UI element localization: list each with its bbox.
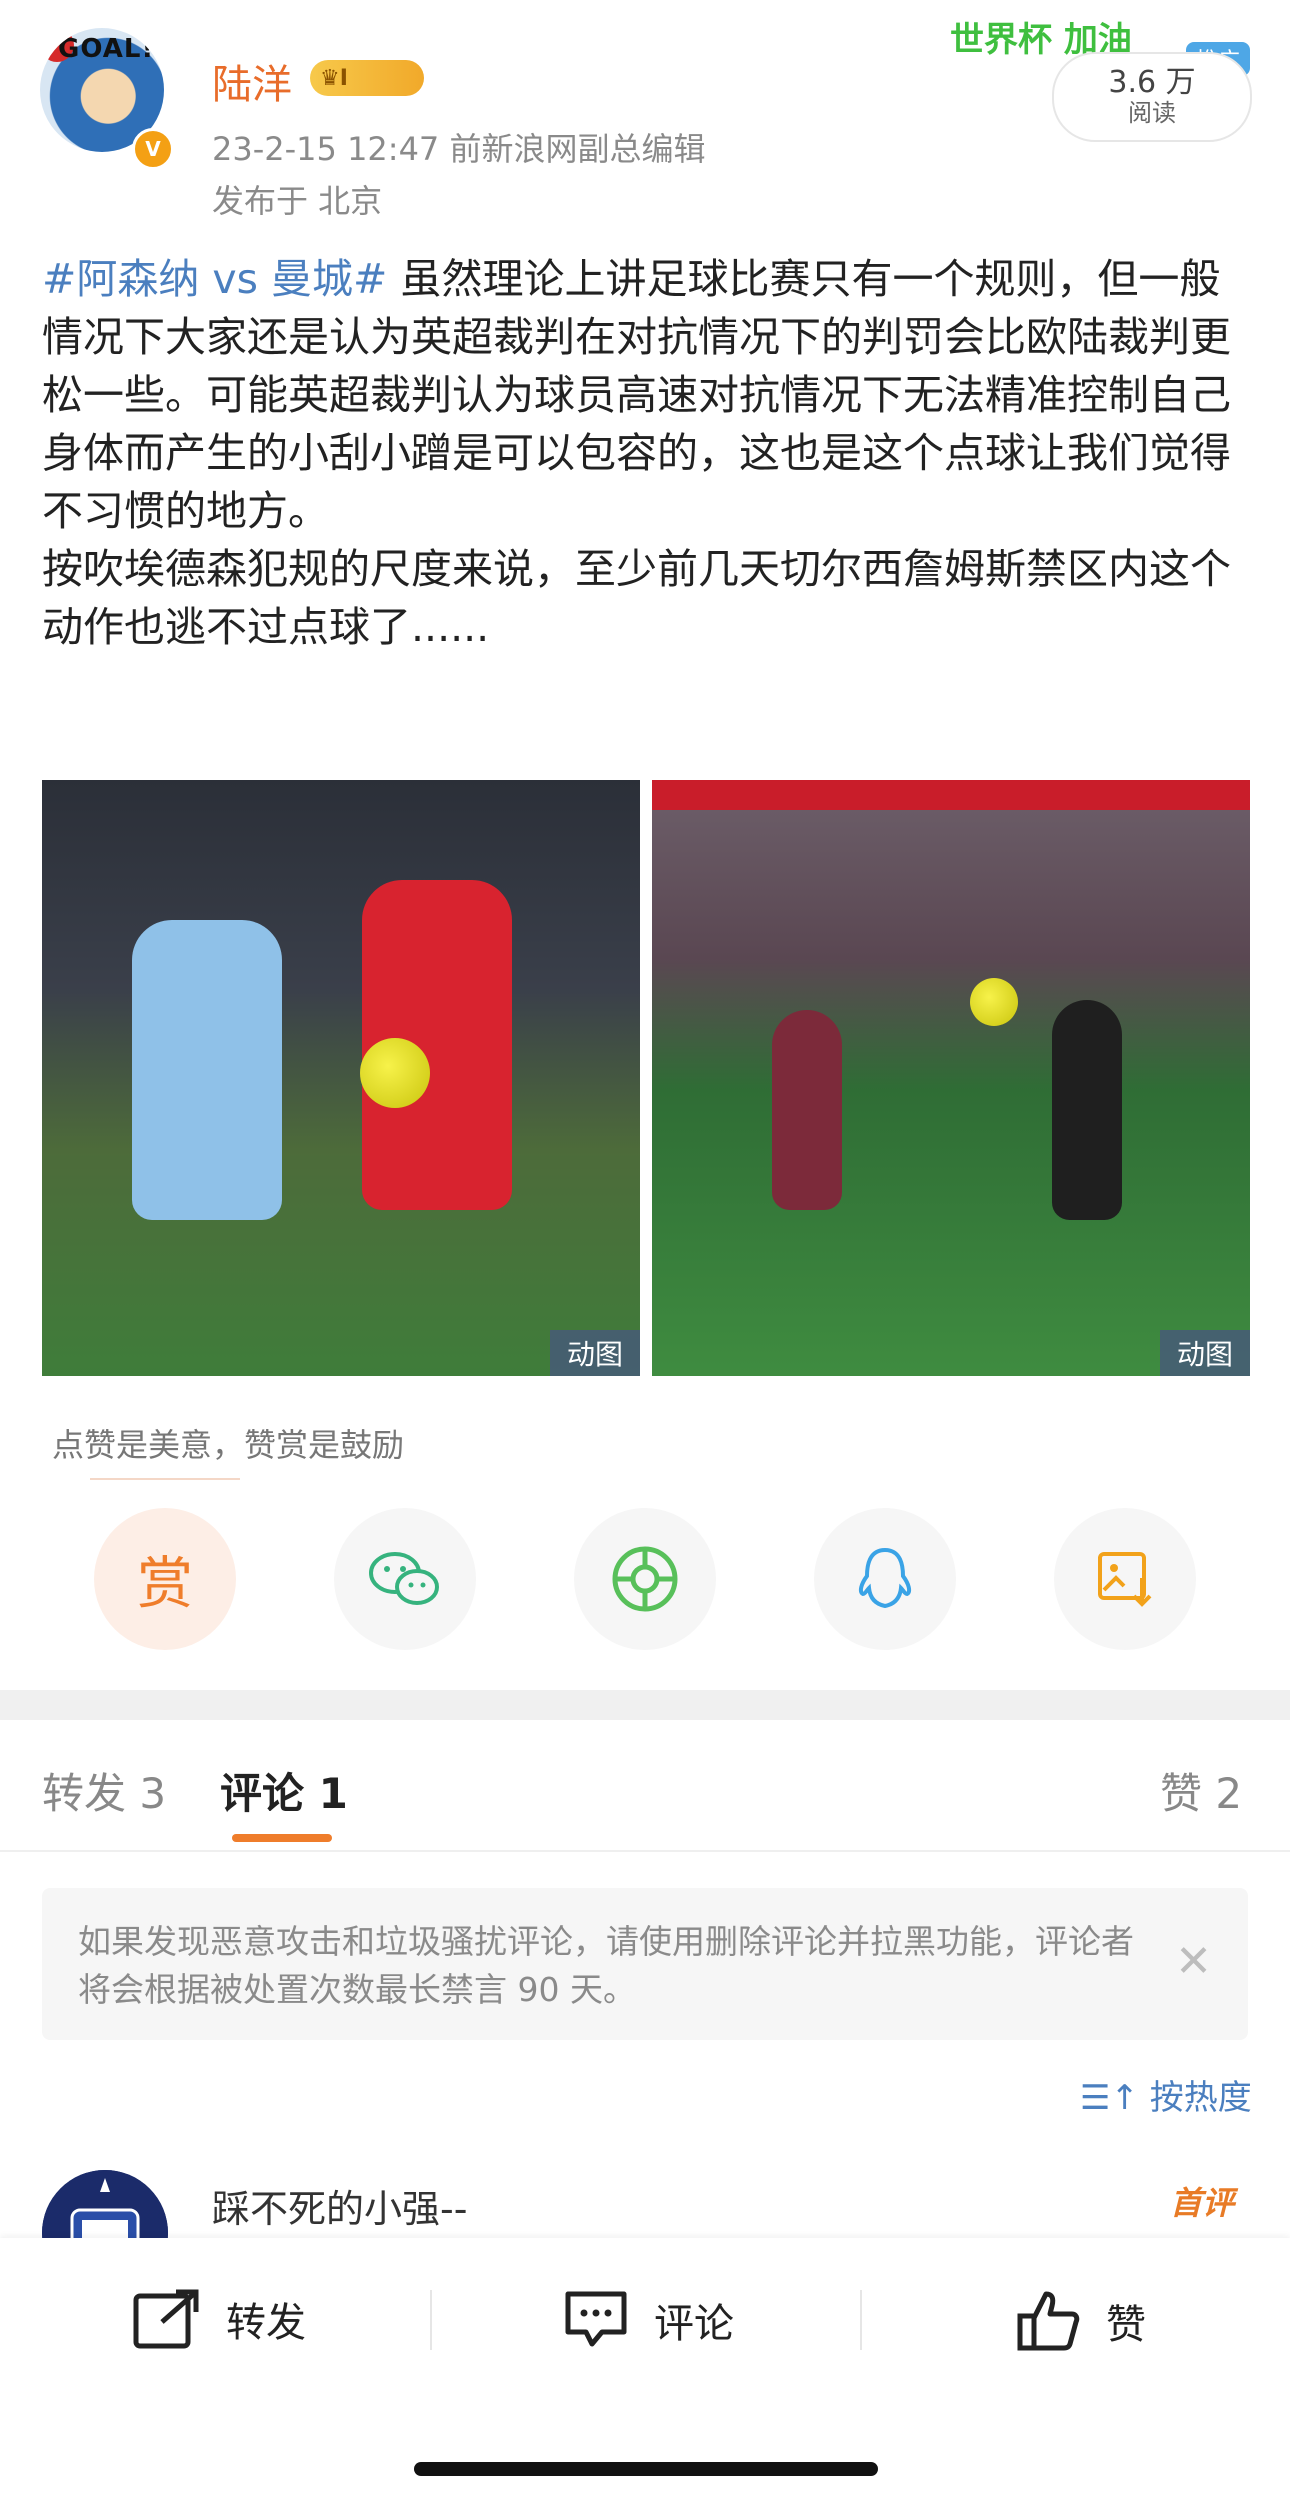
author-name[interactable]: 陆洋	[212, 52, 292, 110]
like-button[interactable]: 赞	[1016, 2288, 1146, 2354]
football-icon	[360, 1038, 430, 1108]
reward-button[interactable]: 赏	[94, 1508, 236, 1650]
reward-hint-underline	[90, 1478, 240, 1480]
author-avatar[interactable]: GOAL! V	[40, 28, 174, 170]
repost-button[interactable]: 转发	[132, 2288, 306, 2350]
notice-text: 如果发现恶意攻击和垃圾骚扰评论，请使用删除评论并拉黑功能，评论者将会根据被处置次…	[78, 1922, 1134, 2009]
close-icon[interactable]: ✕	[1175, 1936, 1212, 1987]
tabs-divider	[0, 1850, 1290, 1852]
tab-comment[interactable]: 评论 1	[220, 1760, 348, 1821]
thumbs-up-icon	[1017, 2291, 1080, 2351]
vip-badge[interactable]: ♛ I	[310, 60, 424, 96]
post-body: #阿森纳 vs 曼城# 虽然理论上讲足球比赛只有一个规则，但一般情况下大家还是认…	[42, 250, 1252, 656]
comment-button[interactable]: 评论	[562, 2288, 734, 2352]
gif-tag: 动图	[1160, 1330, 1250, 1376]
vip-level: I	[339, 65, 348, 91]
referee-figure	[1052, 1000, 1122, 1220]
topic-link[interactable]: #阿森纳 vs 曼城#	[42, 255, 387, 303]
share-qq-button[interactable]	[814, 1508, 956, 1650]
crown-icon: ♛	[320, 65, 340, 91]
repost-label: 转发	[226, 2300, 306, 2346]
author-title: 前新浪网副总编辑	[449, 130, 706, 168]
post-image-2[interactable]: 动图	[652, 780, 1250, 1376]
like-label: 赞	[1106, 2302, 1146, 2348]
post-paragraph-2: 按吹埃德森犯规的尺度来说，至少前几天切尔西詹姆斯禁区内这个动作也逃不过点球了..…	[42, 545, 1231, 651]
post-meta: 23-2-15 12:47 前新浪网副总编辑	[212, 124, 705, 170]
save-image-button[interactable]	[1054, 1508, 1196, 1650]
football-icon	[970, 978, 1018, 1026]
bar-separator	[860, 2290, 862, 2350]
comment-label: 评论	[654, 2301, 734, 2347]
reward-icon: 赏	[137, 1551, 193, 1617]
commenter-name[interactable]: 踩不死的小强--	[212, 2178, 467, 2233]
post-datetime: 23-2-15 12:47	[212, 130, 440, 168]
sort-button[interactable]: ☰↑ 按热度	[1080, 2070, 1252, 2119]
sort-label: 按热度	[1149, 2078, 1252, 2118]
comment-icon	[565, 2291, 627, 2347]
sort-icon: ☰↑	[1080, 2078, 1150, 2118]
first-comment-badge: 首评	[1170, 2184, 1235, 2222]
tab-like[interactable]: 赞 2	[1160, 1760, 1242, 1821]
share-wechat-button[interactable]	[334, 1508, 476, 1650]
moments-icon	[612, 1546, 678, 1612]
tab-repost[interactable]: 转发 3	[42, 1760, 166, 1821]
player-figure	[132, 920, 282, 1220]
read-label: 阅读	[1128, 99, 1176, 127]
post-image-1[interactable]: 动图	[42, 780, 640, 1376]
gif-tag: 动图	[550, 1330, 640, 1376]
bar-separator	[430, 2290, 432, 2350]
wechat-icon	[369, 1552, 439, 1605]
read-count-pill: 3.6 万 阅读	[1052, 52, 1252, 142]
comment-notice: 如果发现恶意攻击和垃圾骚扰评论，请使用删除评论并拉黑功能，评论者将会根据被处置次…	[42, 1888, 1248, 2040]
player-figure	[772, 1010, 842, 1210]
save-image-icon	[1098, 1552, 1152, 1607]
verified-icon: V	[132, 128, 174, 170]
post-location: 发布于 北京	[212, 182, 383, 220]
home-indicator[interactable]	[414, 2462, 878, 2476]
avatar-text: GOAL!	[58, 34, 155, 64]
repost-icon	[133, 2289, 199, 2349]
reward-hint: 点赞是美意，赞赏是鼓励	[52, 1426, 405, 1464]
share-moments-button[interactable]	[574, 1508, 716, 1650]
read-count: 3.6 万	[1108, 65, 1196, 100]
section-divider	[0, 1690, 1290, 1720]
active-tab-indicator	[232, 1834, 332, 1842]
qq-icon	[858, 1547, 912, 1609]
